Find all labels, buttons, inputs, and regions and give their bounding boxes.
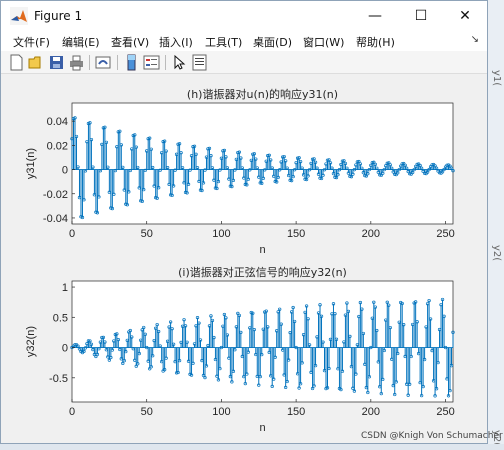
toolbar-separator bbox=[117, 55, 118, 70]
open-file-icon[interactable] bbox=[28, 54, 45, 71]
menu-edit[interactable]: 编辑(E) bbox=[62, 34, 100, 50]
insert-colorbar-icon[interactable] bbox=[123, 54, 140, 71]
menu-desktop[interactable]: 桌面(D) bbox=[253, 34, 292, 50]
minimize-button[interactable]: — bbox=[352, 1, 398, 31]
y-tick-label: -0.5 bbox=[49, 373, 68, 385]
y-tick-label: 0 bbox=[62, 165, 68, 177]
x-tick-label: 200 bbox=[362, 406, 380, 418]
menu-insert[interactable]: 插入(I) bbox=[159, 34, 193, 50]
bg-label-1: y1( bbox=[491, 70, 502, 87]
menu-window[interactable]: 窗口(W) bbox=[303, 34, 344, 50]
close-button[interactable]: ✕ bbox=[442, 1, 488, 31]
figure-window: Figure 1 — ☐ ✕ 文件(F) 编辑(E) 查看(V) 插入(I) 工… bbox=[0, 0, 503, 444]
y-tick-label: 1 bbox=[62, 282, 68, 294]
x-tick-label: 50 bbox=[141, 228, 153, 240]
toolbar-separator bbox=[165, 55, 166, 70]
save-icon[interactable] bbox=[48, 54, 65, 71]
window-title: Figure 1 bbox=[34, 9, 83, 23]
y-tick-label: -0.02 bbox=[43, 189, 68, 201]
figure-canvas: 0 50 100 150 200 250 -0.04 -0.02 0 0.02 0.04 (h)谐振器… bbox=[5, 75, 485, 441]
toolbar bbox=[1, 51, 487, 74]
menu-view[interactable]: 查看(V) bbox=[111, 34, 149, 50]
print-icon[interactable] bbox=[68, 54, 85, 71]
menu-file[interactable]: 文件(F) bbox=[13, 34, 50, 50]
menu-bar: 文件(F) 编辑(E) 查看(V) 插入(I) 工具(T) 桌面(D) 窗口(W… bbox=[1, 31, 487, 51]
y-axis-label-2: y32(n) bbox=[25, 326, 37, 357]
x-tick-label: 250 bbox=[436, 406, 454, 418]
background-bottom-strip bbox=[0, 444, 504, 450]
y-tick-label: 0 bbox=[62, 343, 68, 355]
x-axis-label-1: n bbox=[259, 244, 265, 256]
bg-label-2: y2( bbox=[491, 245, 502, 262]
x-tick-label: 100 bbox=[212, 228, 230, 240]
pointer-icon[interactable] bbox=[171, 54, 188, 71]
watermark: CSDN @Knigh Von Schumacher bbox=[361, 431, 503, 441]
dock-arrow-icon[interactable]: ↘ bbox=[471, 34, 479, 45]
x-tick-label: 100 bbox=[212, 406, 230, 418]
property-editor-icon[interactable] bbox=[191, 54, 208, 71]
background-window-strip: y1( y2( y2( bbox=[487, 0, 504, 450]
menu-tools[interactable]: 工具(T) bbox=[205, 34, 242, 50]
menu-help[interactable]: 帮助(H) bbox=[356, 34, 395, 50]
y-tick-label: 0.5 bbox=[53, 312, 68, 324]
link-plot-icon[interactable] bbox=[95, 54, 112, 71]
x-tick-label: 150 bbox=[287, 406, 305, 418]
y-tick-label: 0.02 bbox=[47, 140, 68, 152]
new-figure-icon[interactable] bbox=[8, 54, 25, 71]
insert-legend-icon[interactable] bbox=[143, 54, 160, 71]
x-tick-label: 150 bbox=[287, 228, 305, 240]
x-tick-label: 0 bbox=[69, 406, 75, 418]
axes-title-2: (i)谐振器对正弦信号的响应y32(n) bbox=[178, 265, 347, 279]
axes-box-1 bbox=[71, 102, 454, 225]
title-bar[interactable]: Figure 1 — ☐ ✕ bbox=[1, 1, 487, 31]
matlab-logo-icon bbox=[10, 7, 28, 25]
x-tick-label: 250 bbox=[436, 228, 454, 240]
x-tick-label: 0 bbox=[69, 228, 75, 240]
plot-svg: 0 50 100 150 200 250-0.04-0.0200.020.04(h)谐振器… bbox=[25, 87, 455, 434]
axes-title-1: (h)谐振器对u(n)的响应y31(n) bbox=[187, 87, 338, 101]
x-tick-label: 50 bbox=[141, 406, 153, 418]
x-axis-label-2: n bbox=[259, 422, 265, 434]
y-tick-label: -0.04 bbox=[43, 213, 68, 225]
x-tick-label: 200 bbox=[362, 228, 380, 240]
toolbar-separator bbox=[89, 55, 90, 70]
maximize-button[interactable]: ☐ bbox=[398, 1, 444, 31]
y-axis-label-1: y31(n) bbox=[25, 148, 37, 179]
y-tick-label: 0.04 bbox=[47, 116, 68, 128]
